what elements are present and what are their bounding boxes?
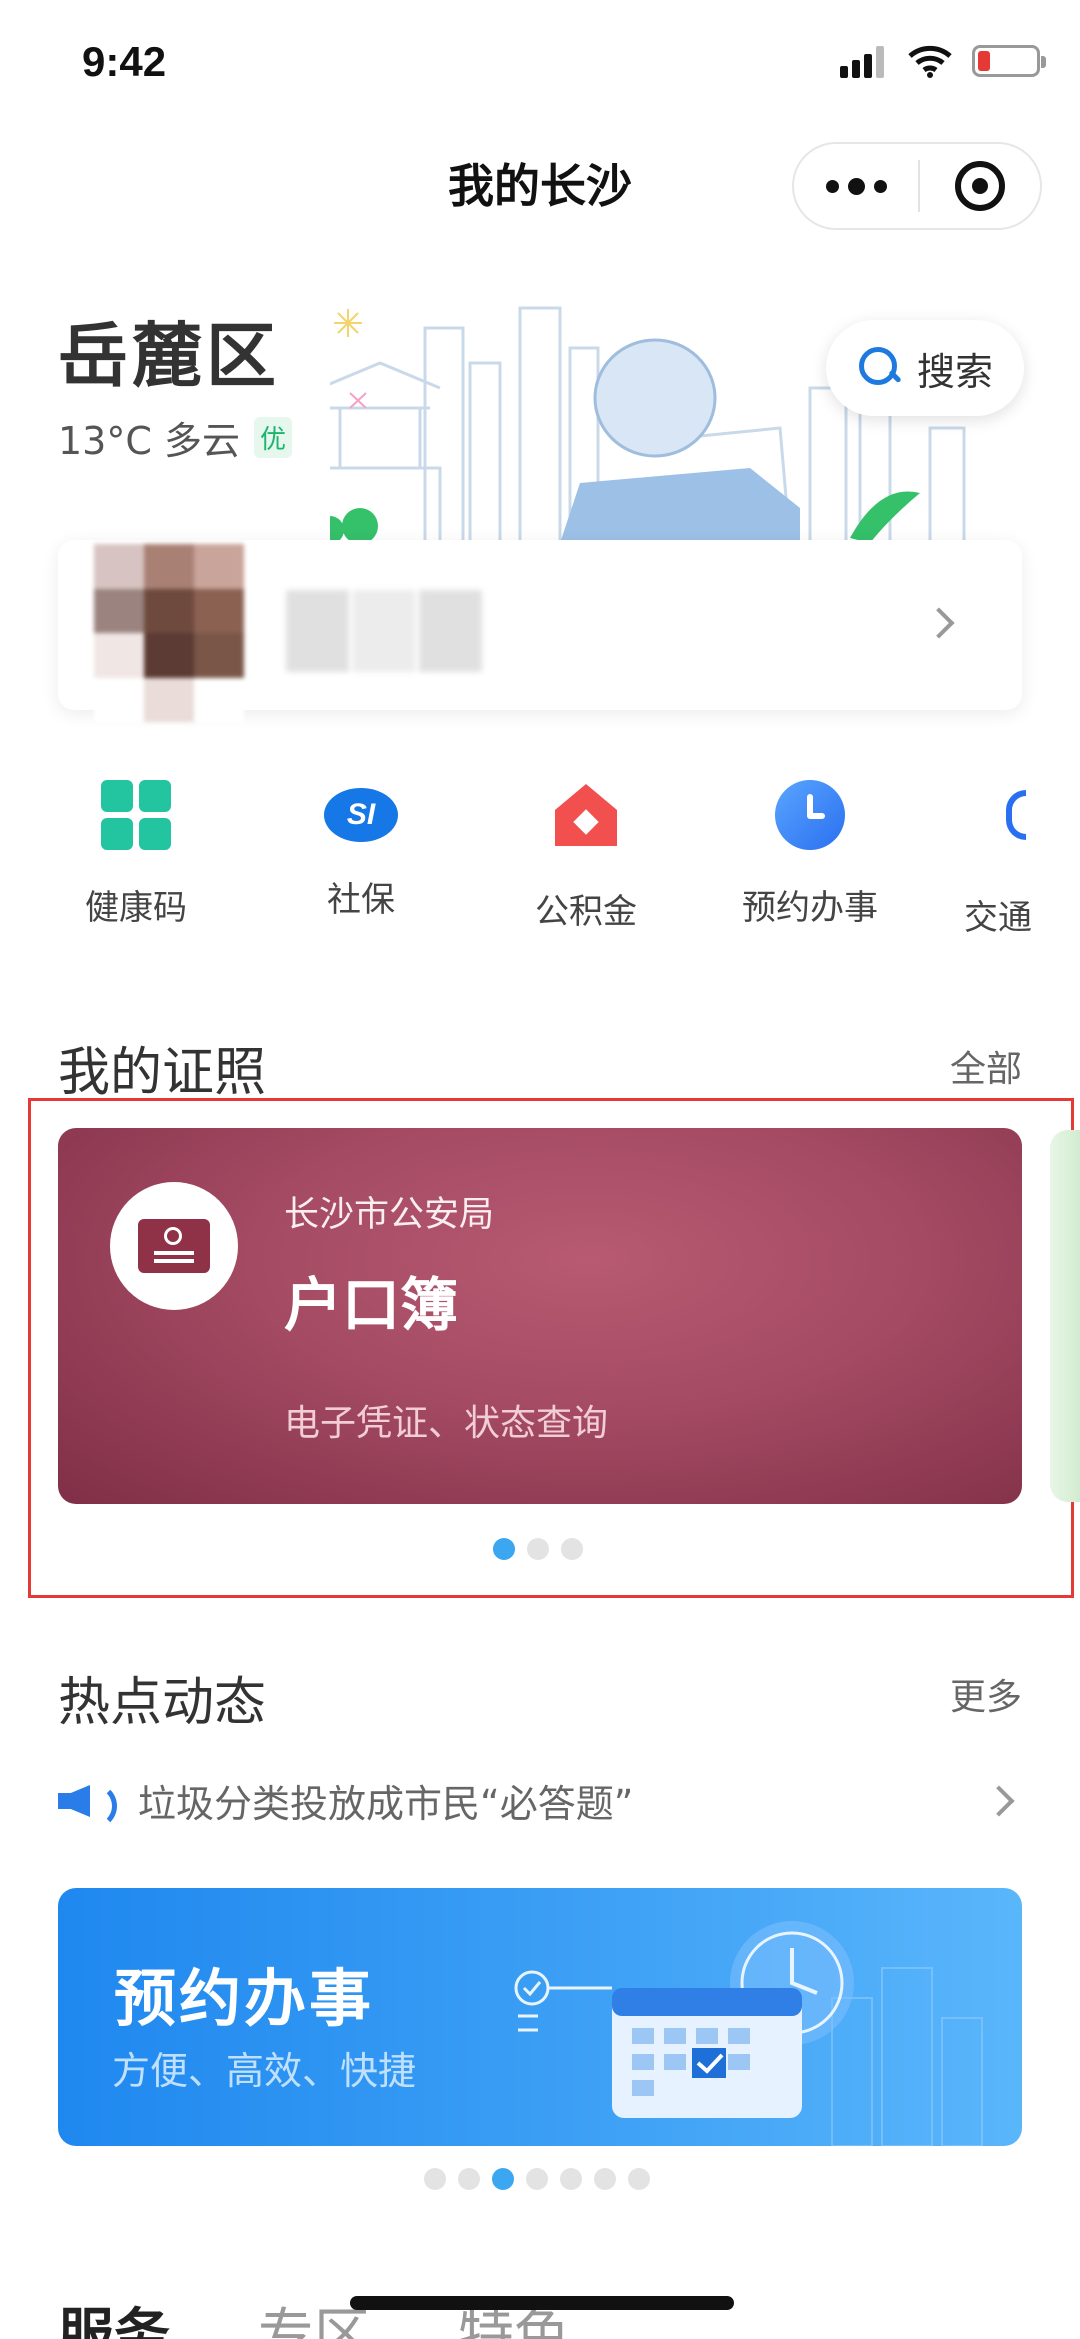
more-dot-icon (873, 179, 887, 193)
traffic-icon (1006, 790, 1046, 860)
banner-title: 预约办事 (114, 1962, 375, 2035)
service-housing-fund[interactable]: 公积金 (486, 780, 686, 933)
health-code-icon (101, 780, 171, 850)
pager-dot (594, 2168, 616, 2190)
user-name-redacted (286, 590, 486, 672)
service-social-security[interactable]: SI 社保 (261, 780, 461, 921)
certificate-name: 户口簿 (284, 1271, 459, 1339)
search-button[interactable]: 搜索 (826, 320, 1024, 416)
tab-services[interactable]: 服务 (58, 2290, 170, 2339)
pager-dot (628, 2168, 650, 2190)
district-name[interactable]: 岳麓区 (58, 300, 280, 401)
pager-dot (561, 1538, 583, 1560)
service-label: 健康码 (85, 888, 187, 928)
status-icons (840, 44, 1046, 78)
mini-program-capsule (792, 142, 1042, 230)
pager-dot-active (493, 1538, 515, 1560)
appointment-banner[interactable]: 预约办事 方便、高效、快捷 (58, 1888, 1022, 2146)
pager-dot (527, 1538, 549, 1560)
service-health-code[interactable]: 健康码 (36, 780, 236, 929)
hot-news-title: 热点动态 (58, 1673, 267, 1733)
service-label: 社保 (327, 880, 395, 920)
social-security-icon: SI (324, 788, 398, 842)
service-traffic[interactable]: 交通 (936, 780, 1080, 939)
close-button[interactable] (920, 161, 1040, 211)
certificate-card[interactable]: 长沙市公安局 户口簿 电子凭证、状态查询 (58, 1128, 1022, 1504)
certificate-pager (493, 1538, 583, 1560)
air-quality-badge: 优 (253, 417, 292, 458)
pager-dot (458, 2168, 480, 2190)
pager-dot (424, 2168, 446, 2190)
more-dot-icon (847, 177, 865, 195)
speaker-icon (58, 1775, 118, 1829)
more-dot-icon (825, 179, 839, 193)
home-indicator[interactable] (350, 2296, 734, 2310)
signal-icon (840, 46, 884, 78)
pager-dot-active (492, 2168, 514, 2190)
service-label: 公积金 (535, 892, 637, 932)
quick-services: 健康码 SI 社保 公积金 预约办事 交通 (0, 780, 1080, 940)
target-icon (955, 161, 1005, 211)
search-label: 搜索 (916, 349, 993, 394)
search-icon (857, 345, 903, 391)
service-label: 交通 (964, 898, 1032, 938)
banner-pager (424, 2168, 650, 2190)
certificate-description: 电子凭证、状态查询 (284, 1403, 609, 1444)
service-label: 预约办事 (742, 888, 878, 928)
status-time: 9:42 (82, 38, 167, 85)
status-bar: 9:42 (0, 0, 1080, 120)
housing-fund-icon (551, 784, 621, 854)
certificates-title: 我的证照 (58, 1043, 267, 1103)
banner-subtitle: 方便、高效、快捷 (112, 2049, 417, 2093)
user-profile-card[interactable] (58, 540, 1022, 722)
service-appointment[interactable]: 预约办事 (710, 780, 910, 929)
pager-dot (560, 2168, 582, 2190)
certificates-all-link[interactable]: 全部 (950, 1040, 1022, 1092)
news-headline: 垃圾分类投放成市民“必答题” (138, 1781, 634, 1826)
chevron-right-icon (983, 1785, 1015, 1817)
pager-dot (526, 2168, 548, 2190)
weather-info: 13°C 多云 优 (58, 410, 292, 465)
news-headline-row[interactable]: 垃圾分类投放成市民“必答题” (58, 1760, 1022, 1840)
clock-icon (775, 780, 845, 850)
certificate-icon (110, 1182, 238, 1310)
wifi-icon (908, 45, 952, 78)
battery-icon (972, 45, 1046, 77)
certificate-issuer: 长沙市公安局 (284, 1195, 495, 1235)
chevron-right-icon (923, 607, 955, 639)
weather-text: 13°C 多云 (58, 419, 240, 463)
next-certificate-card-peek[interactable] (1050, 1130, 1080, 1502)
avatar (94, 544, 244, 722)
more-button[interactable] (794, 144, 918, 228)
hot-news-more-link[interactable]: 更多 (950, 1668, 1022, 1720)
calendar-clock-illustration (514, 1921, 983, 2146)
